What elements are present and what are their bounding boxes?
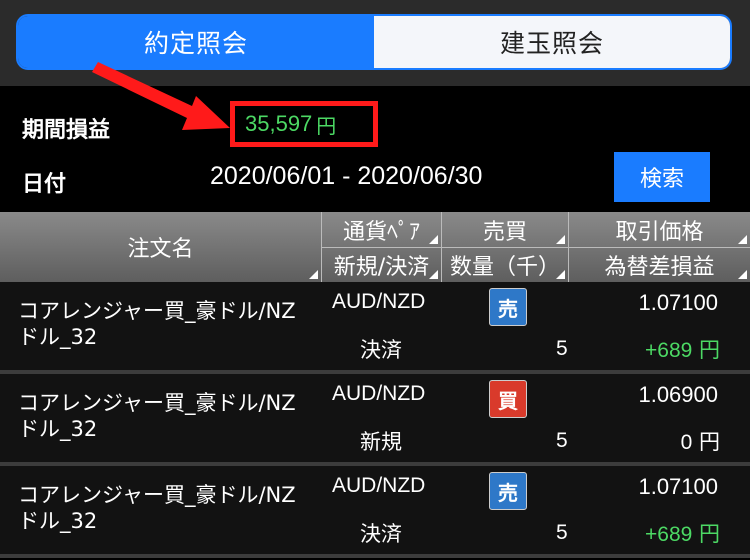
trade-price: 1.07100 bbox=[638, 474, 718, 499]
trade-price: 1.07100 bbox=[638, 290, 718, 315]
period-pl-label: 期間損益 bbox=[22, 118, 111, 143]
fx-pl: +689 円 bbox=[645, 518, 720, 548]
order-name: コアレンジャー買_豪ドル/NZドル_32 bbox=[18, 391, 296, 441]
quantity: 5 bbox=[556, 521, 568, 544]
table-row[interactable]: コアレンジャー買_豪ドル/NZドル_32 AUD/NZD 決済 売 5 1.07… bbox=[0, 282, 750, 374]
search-button[interactable]: 検索 bbox=[614, 152, 710, 202]
summary-panel: 期間損益 35,597 円 日付 2020/06/01 - 2020/06/30… bbox=[0, 86, 750, 212]
header-pair-label: 通貨ﾍﾟｱ bbox=[342, 219, 420, 245]
header-order-name[interactable]: 注文名 bbox=[0, 212, 321, 282]
header-price-label: 取引価格 bbox=[615, 219, 704, 245]
fx-pl: 0 円 bbox=[681, 426, 720, 456]
tab-executions[interactable]: 約定照会 bbox=[18, 16, 374, 68]
sort-icon bbox=[556, 270, 565, 279]
fx-pl-unit: 円 bbox=[699, 338, 720, 362]
trade-price: 1.06900 bbox=[638, 382, 718, 407]
order-name: コアレンジャー買_豪ドル/NZドル_32 bbox=[18, 483, 296, 533]
table-header: 注文名 通貨ﾍﾟｱ 売買 取引価格 新規/決済 数量（千） 為替差損益 bbox=[0, 212, 750, 282]
header-pl-label: 為替差損益 bbox=[604, 254, 715, 280]
table-row[interactable]: コアレンジャー買_豪ドル/NZドル_32 AUD/NZD 新規 買 5 1.06… bbox=[0, 374, 750, 466]
sort-icon bbox=[429, 270, 438, 279]
period-pl-unit: 円 bbox=[316, 113, 337, 138]
header-pl[interactable]: 為替差損益 bbox=[569, 247, 750, 282]
top-bar: 約定照会 建玉照会 bbox=[0, 0, 750, 86]
segmented-control: 約定照会 建玉照会 bbox=[16, 14, 732, 70]
header-price[interactable]: 取引価格 bbox=[569, 212, 750, 247]
date-label: 日付 bbox=[22, 172, 67, 197]
header-qty-label: 数量（千） bbox=[449, 254, 560, 280]
header-kind-label: 新規/決済 bbox=[333, 254, 430, 280]
sell-badge: 売 bbox=[489, 288, 527, 326]
fx-pl: +689 円 bbox=[645, 334, 720, 364]
tab-positions[interactable]: 建玉照会 bbox=[374, 16, 730, 68]
header-order-name-label: 注文名 bbox=[127, 237, 194, 262]
sort-icon bbox=[738, 270, 747, 279]
header-side[interactable]: 売買 bbox=[442, 212, 568, 247]
sort-icon bbox=[556, 235, 565, 244]
order-kind: 決済 bbox=[360, 338, 402, 362]
divider bbox=[322, 247, 750, 248]
fx-pl-unit: 円 bbox=[699, 430, 720, 454]
sort-icon bbox=[738, 235, 747, 244]
date-range-value[interactable]: 2020/06/01 - 2020/06/30 bbox=[210, 162, 482, 191]
currency-pair: AUD/NZD bbox=[332, 290, 426, 313]
order-kind: 新規 bbox=[360, 430, 402, 454]
header-kind[interactable]: 新規/決済 bbox=[322, 247, 441, 282]
sort-icon bbox=[309, 270, 318, 279]
header-side-label: 売買 bbox=[482, 219, 527, 245]
period-pl-value: 35,597 bbox=[245, 111, 313, 136]
buy-badge: 買 bbox=[489, 380, 527, 418]
quantity: 5 bbox=[556, 429, 568, 452]
currency-pair: AUD/NZD bbox=[332, 382, 426, 405]
period-pl-highlight: 35,597 円 bbox=[230, 101, 378, 147]
header-pair[interactable]: 通貨ﾍﾟｱ bbox=[322, 212, 441, 247]
order-name: コアレンジャー買_豪ドル/NZドル_32 bbox=[18, 299, 296, 349]
fx-pl-value: +689 bbox=[645, 339, 693, 362]
quantity: 5 bbox=[556, 337, 568, 360]
sell-badge: 売 bbox=[489, 472, 527, 510]
currency-pair: AUD/NZD bbox=[332, 474, 426, 497]
order-kind: 決済 bbox=[360, 522, 402, 546]
fx-pl-value: 0 bbox=[680, 431, 693, 454]
sort-icon bbox=[429, 235, 438, 244]
table-row[interactable]: コアレンジャー買_豪ドル/NZドル_32 AUD/NZD 決済 売 5 1.07… bbox=[0, 466, 750, 558]
fx-pl-unit: 円 bbox=[699, 522, 720, 546]
header-qty[interactable]: 数量（千） bbox=[442, 247, 568, 282]
fx-pl-value: +689 bbox=[645, 523, 693, 546]
